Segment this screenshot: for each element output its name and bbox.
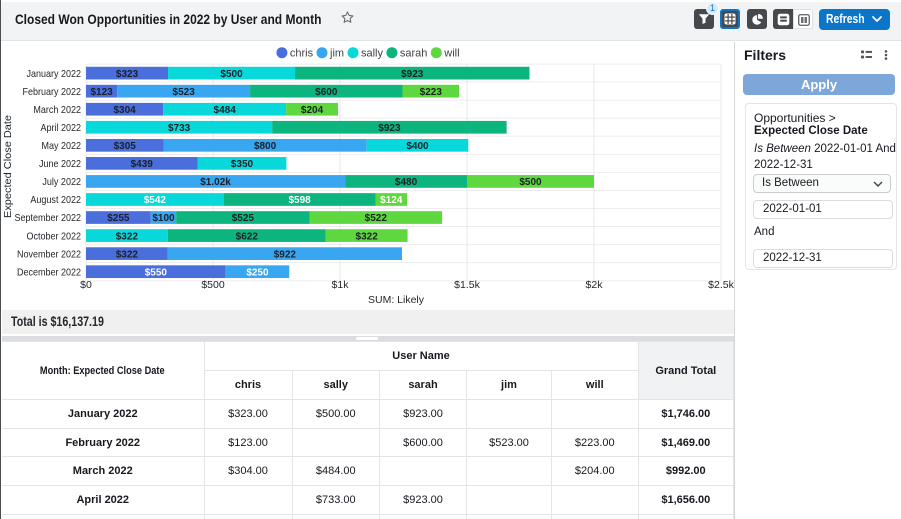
svg-text:$622: $622 (236, 231, 259, 242)
svg-text:$322: $322 (356, 231, 379, 242)
svg-text:October 2022: October 2022 (27, 230, 82, 242)
svg-text:sally: sally (361, 48, 384, 60)
svg-text:$1.5k: $1.5k (454, 279, 480, 291)
svg-text:Expected Close Date: Expected Close Date (2, 115, 14, 218)
svg-text:$800: $800 (254, 141, 277, 152)
svg-text:$500: $500 (220, 69, 243, 80)
svg-text:$204: $204 (301, 105, 324, 116)
svg-text:April 2022: April 2022 (41, 122, 82, 134)
svg-text:sarah: sarah (400, 48, 428, 60)
svg-text:$923: $923 (378, 123, 401, 134)
svg-text:May 2022: May 2022 (42, 140, 82, 152)
svg-text:$305: $305 (114, 141, 137, 152)
svg-text:June 2022: June 2022 (39, 158, 81, 170)
svg-text:July 2022: July 2022 (42, 176, 81, 188)
svg-text:will: will (443, 48, 459, 60)
svg-text:$223: $223 (420, 87, 443, 98)
svg-text:$923: $923 (401, 69, 424, 80)
svg-text:February 2022: February 2022 (23, 86, 82, 98)
svg-text:$484: $484 (214, 105, 237, 116)
svg-text:$439: $439 (131, 159, 154, 170)
svg-text:jim: jim (329, 48, 344, 60)
svg-text:$523: $523 (173, 87, 196, 98)
svg-text:November 2022: November 2022 (17, 248, 81, 260)
svg-text:$522: $522 (365, 213, 388, 224)
svg-text:$1k: $1k (332, 279, 350, 291)
svg-text:$480: $480 (395, 177, 418, 188)
svg-text:March 2022: March 2022 (33, 104, 81, 116)
svg-text:$733: $733 (168, 123, 191, 134)
svg-text:$123: $123 (90, 87, 113, 98)
svg-text:$323: $323 (116, 69, 139, 80)
svg-text:$500: $500 (519, 177, 542, 188)
svg-text:$322: $322 (116, 231, 139, 242)
svg-text:$255: $255 (107, 213, 130, 224)
svg-text:January 2022: January 2022 (27, 68, 82, 80)
svg-text:$100: $100 (152, 213, 175, 224)
svg-text:$2.5k: $2.5k (708, 279, 734, 291)
svg-text:August 2022: August 2022 (30, 194, 81, 206)
svg-text:$350: $350 (231, 159, 254, 170)
svg-text:$922: $922 (274, 249, 297, 260)
svg-text:SUM: Likely: SUM: Likely (368, 294, 425, 306)
svg-text:$250: $250 (246, 267, 269, 278)
svg-text:$525: $525 (232, 213, 255, 224)
svg-text:$0: $0 (80, 279, 92, 291)
svg-text:$400: $400 (406, 141, 429, 152)
svg-text:$322: $322 (116, 249, 139, 260)
svg-text:$2k: $2k (586, 279, 604, 291)
svg-text:$542: $542 (144, 195, 167, 206)
svg-text:chris: chris (290, 48, 314, 60)
svg-text:$124: $124 (380, 195, 403, 206)
svg-text:$1.02k: $1.02k (200, 177, 231, 188)
svg-text:$598: $598 (288, 195, 311, 206)
svg-text:December 2022: December 2022 (17, 266, 81, 278)
svg-text:$600: $600 (315, 87, 338, 98)
svg-text:$304: $304 (113, 105, 136, 116)
svg-text:September 2022: September 2022 (15, 212, 82, 224)
svg-text:$550: $550 (145, 267, 168, 278)
svg-text:$500: $500 (201, 279, 225, 291)
